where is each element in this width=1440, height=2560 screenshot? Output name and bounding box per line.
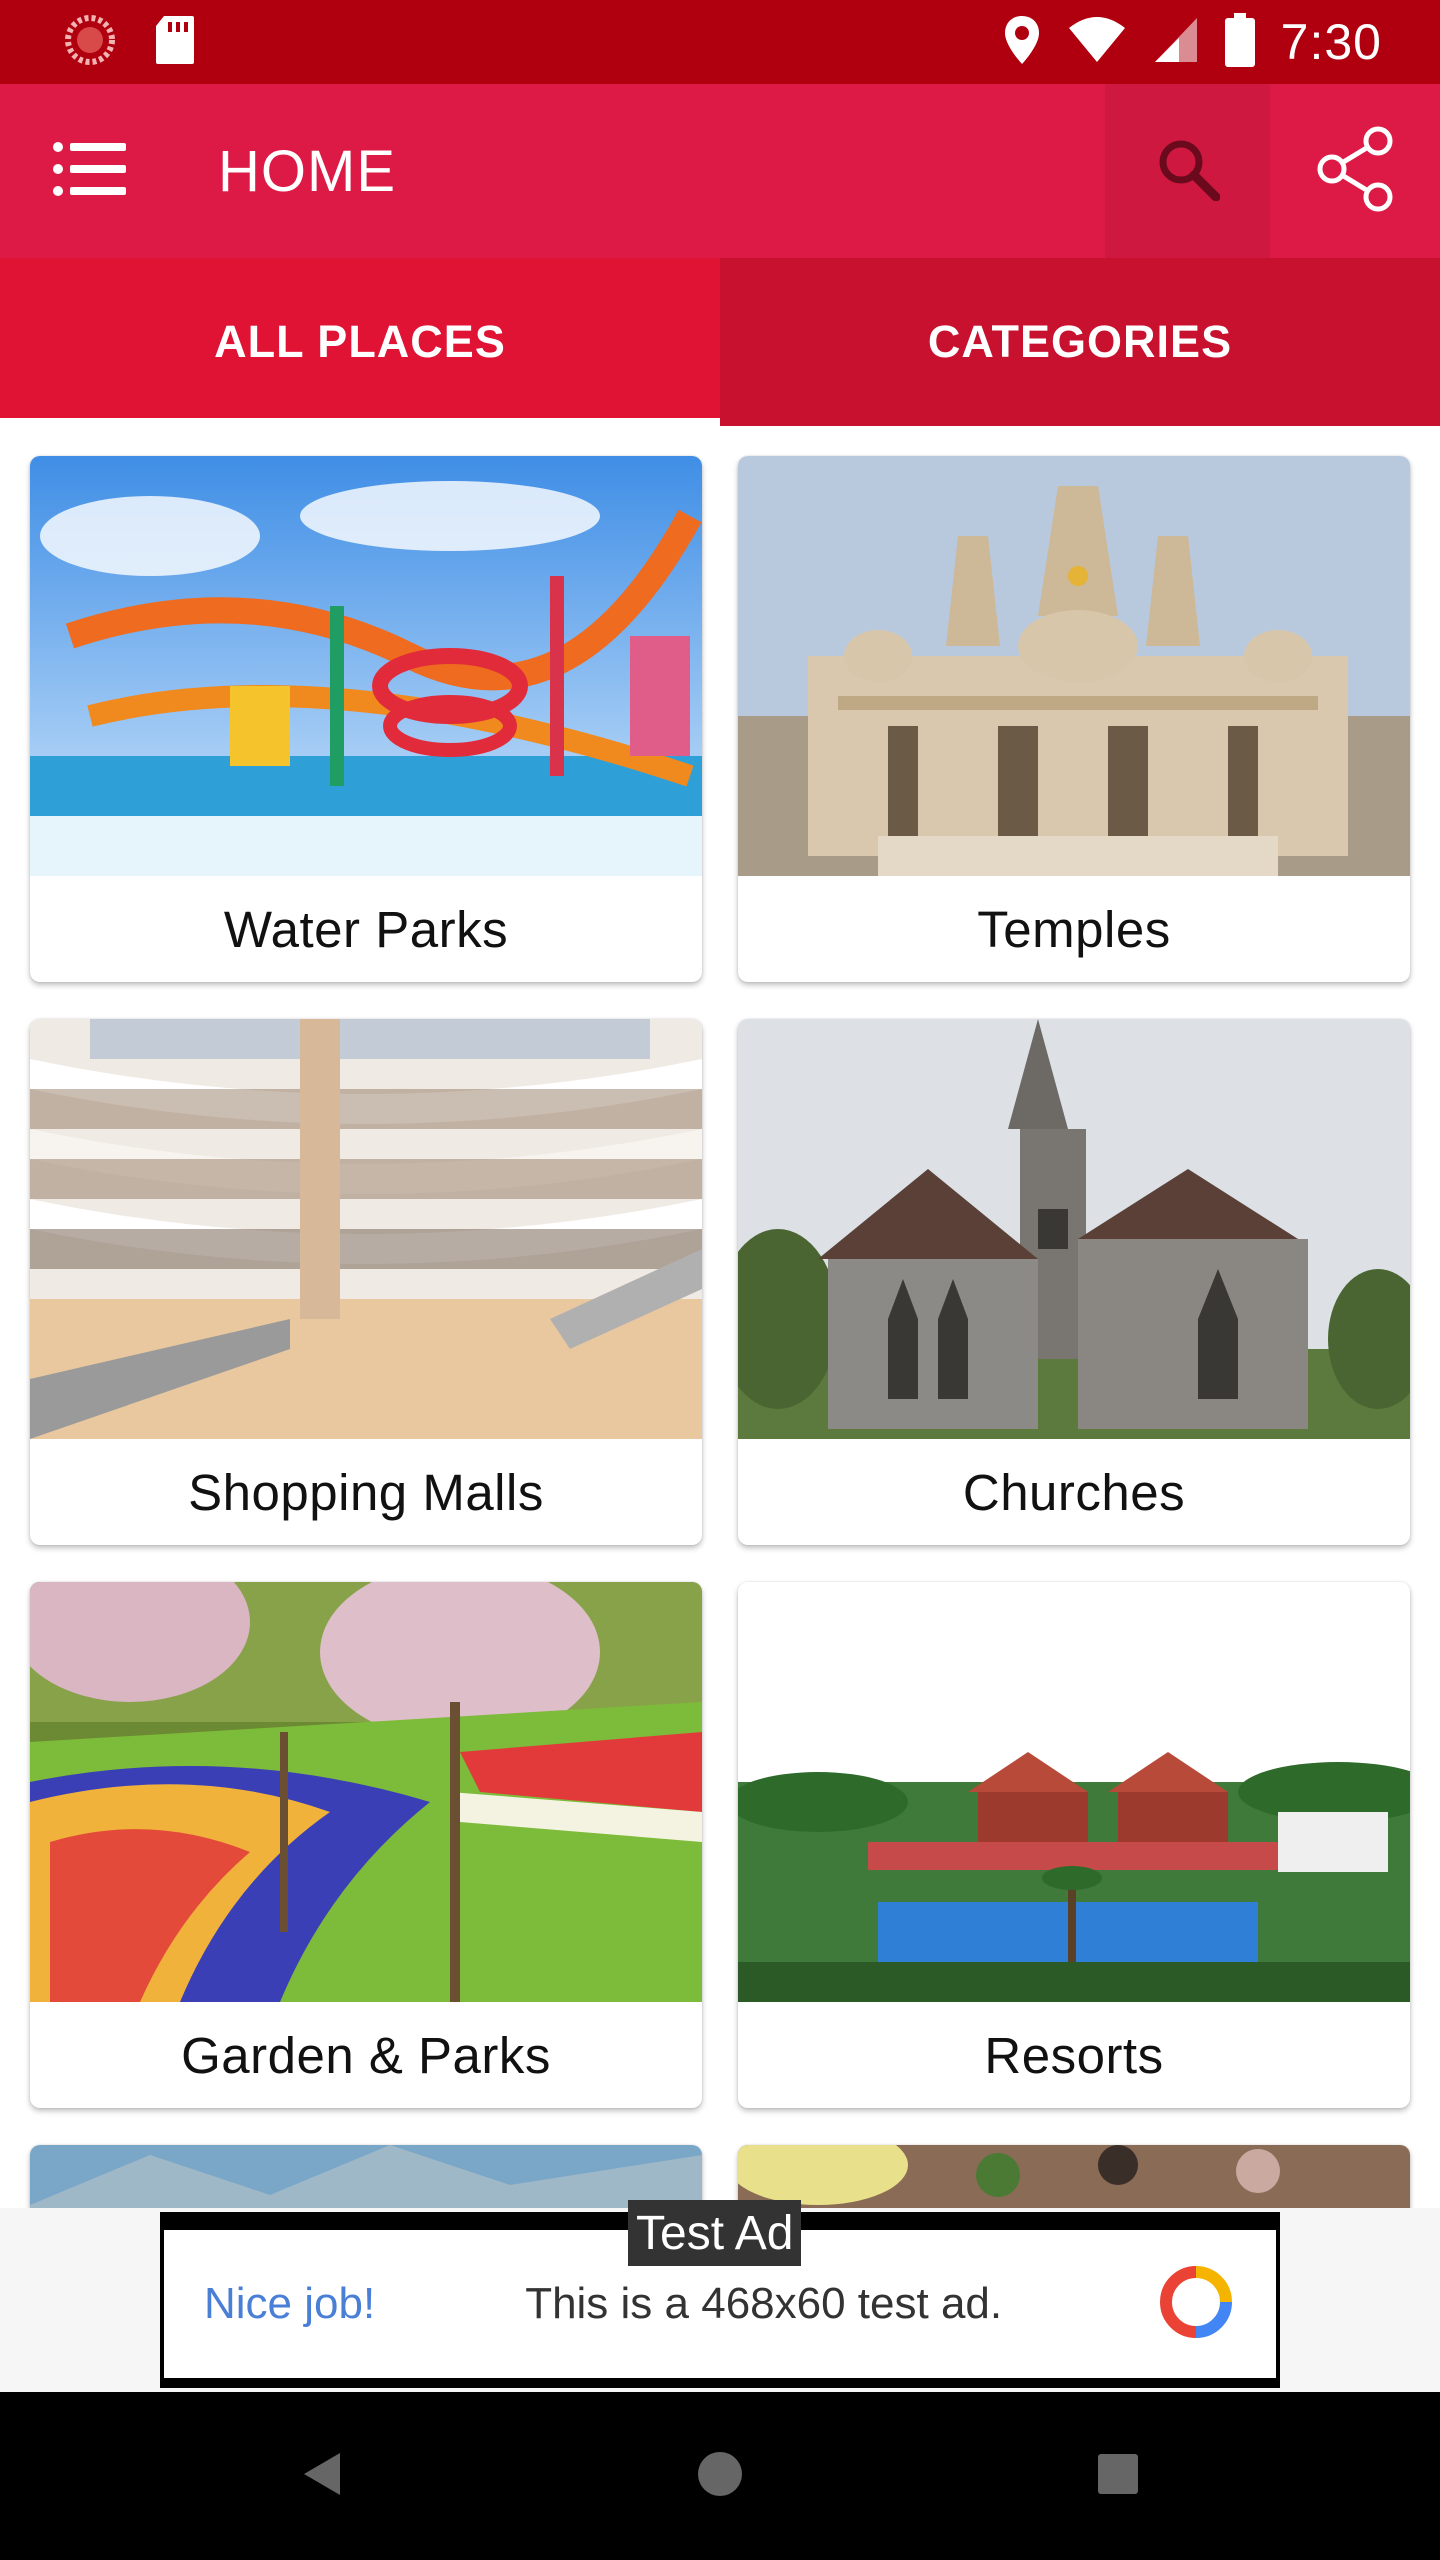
recents-icon xyxy=(1097,2453,1139,2500)
place-card-churches[interactable]: Churches xyxy=(738,1019,1410,1545)
place-card-temples[interactable]: Temples xyxy=(738,456,1410,982)
tab-label: CATEGORIES xyxy=(927,316,1233,367)
test-ad-badge: Test Ad xyxy=(628,2200,802,2266)
resort-image xyxy=(738,1582,1410,2002)
location-icon xyxy=(1003,14,1041,71)
ad-headline: Nice job! xyxy=(204,2279,376,2328)
app-bar: HOME xyxy=(0,84,1440,258)
place-card-garden-parks[interactable]: Garden & Parks xyxy=(30,1582,702,2108)
place-card-resorts[interactable]: Resorts xyxy=(738,1582,1410,2108)
water-park-image xyxy=(30,456,702,876)
status-time: 7:30 xyxy=(1280,14,1382,70)
places-grid: Water Parks Temples Shopping Malls Churc… xyxy=(0,426,1440,2208)
battery-icon xyxy=(1224,12,1255,72)
ad-logo-icon xyxy=(1159,2265,1232,2343)
tab-categories[interactable]: CATEGORIES xyxy=(720,258,1440,426)
ad-banner[interactable]: Nice job! This is a 468x60 test ad. Test… xyxy=(0,2200,1440,2392)
status-bar: 7:30 xyxy=(0,0,1440,84)
page-title: HOME xyxy=(218,138,396,204)
ad-body: This is a 468x60 test ad. xyxy=(525,2279,1003,2328)
shopping-mall-image xyxy=(30,1019,702,1439)
place-label: Temples xyxy=(977,900,1171,958)
place-card-partial[interactable] xyxy=(738,2145,1410,2208)
tab-indicator xyxy=(0,418,720,426)
temple-image xyxy=(738,456,1410,876)
menu-list-icon xyxy=(52,139,128,204)
navigation-bar xyxy=(0,2392,1440,2560)
search-button[interactable] xyxy=(1105,84,1270,258)
place-card-shopping-malls[interactable]: Shopping Malls xyxy=(30,1019,702,1545)
share-button[interactable] xyxy=(1270,84,1440,258)
search-icon xyxy=(1156,137,1220,206)
back-button[interactable] xyxy=(222,2392,422,2560)
tab-all-places[interactable]: ALL PLACES xyxy=(0,258,720,426)
mountain-image xyxy=(30,2145,702,2208)
spinner-icon xyxy=(64,14,116,71)
place-label: Garden & Parks xyxy=(181,2026,551,2084)
place-card-partial[interactable] xyxy=(30,2145,702,2208)
back-icon xyxy=(300,2449,344,2504)
market-image xyxy=(738,2145,1410,2208)
signal-icon xyxy=(1153,16,1199,69)
tab-bar: ALL PLACES CATEGORIES xyxy=(0,258,1440,426)
church-image xyxy=(738,1019,1410,1439)
place-label: Resorts xyxy=(984,2026,1164,2084)
recents-button[interactable] xyxy=(1018,2392,1218,2560)
sd-card-icon xyxy=(154,14,196,71)
menu-button[interactable] xyxy=(0,84,180,258)
share-icon xyxy=(1314,126,1396,217)
place-card-water-parks[interactable]: Water Parks xyxy=(30,456,702,982)
tab-label: ALL PLACES xyxy=(214,316,506,367)
home-button[interactable] xyxy=(620,2392,820,2560)
place-label: Churches xyxy=(962,1463,1186,1521)
wifi-icon xyxy=(1067,16,1127,69)
place-label: Water Parks xyxy=(223,900,509,958)
place-label: Shopping Malls xyxy=(188,1463,544,1521)
garden-image xyxy=(30,1582,702,2002)
home-icon xyxy=(696,2450,744,2503)
